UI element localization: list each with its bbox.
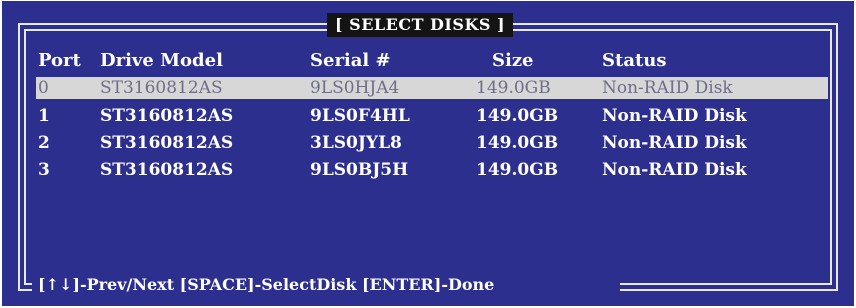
disk-port: 0	[38, 78, 49, 98]
disk-status: Non-RAID Disk	[602, 160, 747, 180]
disk-model: ST3160812AS	[100, 160, 234, 180]
disk-serial: 3LS0JYL8	[310, 133, 402, 153]
dialog-title: [ SELECT DISKS ]	[327, 13, 514, 37]
disk-size: 149.0GB	[476, 133, 559, 153]
column-header-port: Port	[38, 50, 81, 71]
disk-port: 2	[38, 133, 50, 153]
bios-screen: [ SELECT DISKS ] Port Drive Model Serial…	[0, 0, 856, 308]
column-header-drive-model: Drive Model	[100, 50, 223, 71]
column-header-serial: Serial #	[310, 50, 391, 71]
key-hint-footer: [↑↓]-Prev/Next [SPACE]-SelectDisk [ENTER…	[38, 275, 495, 294]
disk-serial: 9LS0HJA4	[310, 78, 400, 98]
column-header-status: Status	[602, 50, 667, 71]
disk-row[interactable]: 3 ST3160812AS 9LS0BJ5H 149.0GB Non-RAID …	[36, 159, 828, 181]
disk-size: 149.0GB	[476, 160, 559, 180]
disk-port: 3	[38, 160, 50, 180]
disk-model: ST3160812AS	[100, 133, 234, 153]
disk-serial: 9LS0BJ5H	[310, 160, 409, 180]
disk-row[interactable]: 0 ST3160812AS 9LS0HJA4 149.0GB Non-RAID …	[36, 77, 828, 99]
disk-model: ST3160812AS	[100, 106, 234, 126]
disk-size: 149.0GB	[476, 106, 559, 126]
select-disks-dialog: [ SELECT DISKS ] Port Drive Model Serial…	[2, 1, 854, 306]
disk-status: Non-RAID Disk	[602, 78, 733, 98]
disk-port: 1	[38, 106, 50, 126]
disk-row[interactable]: 1 ST3160812AS 9LS0F4HL 149.0GB Non-RAID …	[36, 105, 828, 127]
disk-model: ST3160812AS	[100, 78, 223, 98]
column-header-size: Size	[492, 50, 534, 71]
disk-row[interactable]: 2 ST3160812AS 3LS0JYL8 149.0GB Non-RAID …	[36, 132, 828, 154]
disk-serial: 9LS0F4HL	[310, 106, 410, 126]
disk-size: 149.0GB	[476, 78, 551, 98]
disk-status: Non-RAID Disk	[602, 133, 747, 153]
disk-status: Non-RAID Disk	[602, 106, 747, 126]
